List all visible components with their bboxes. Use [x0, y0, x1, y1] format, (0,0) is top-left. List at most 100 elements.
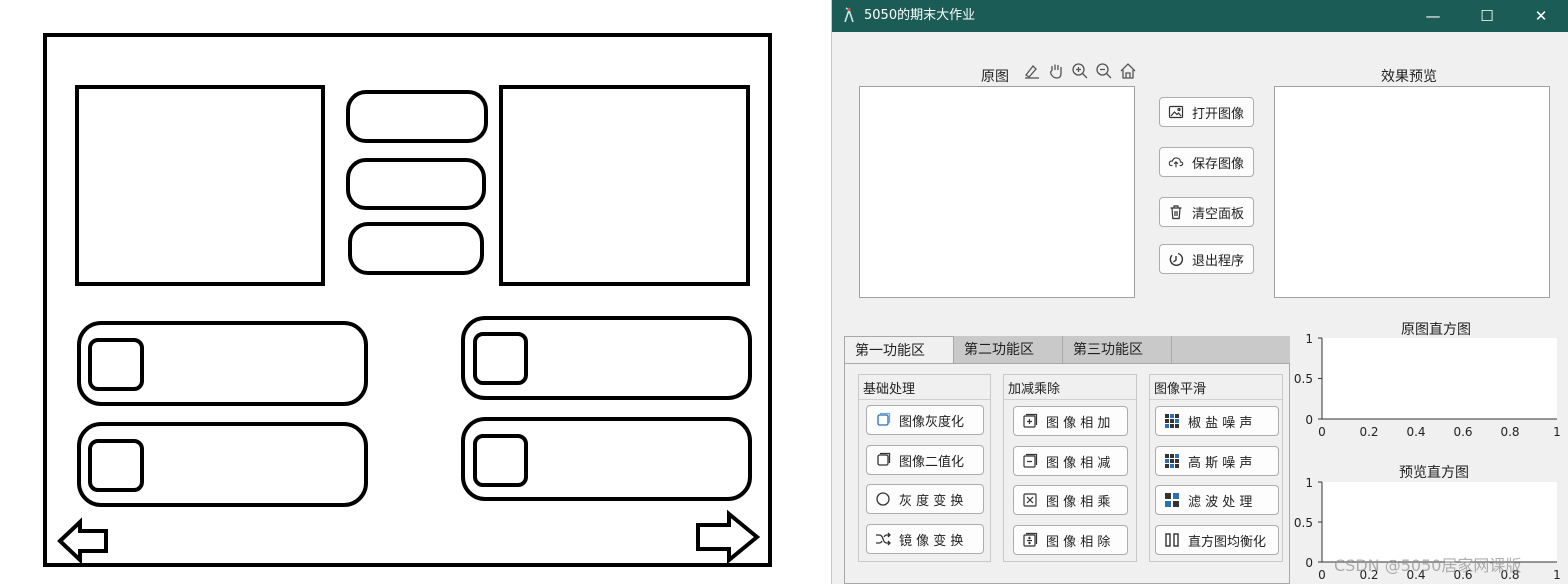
exit-program-button[interactable]: 退出程序	[1159, 244, 1254, 274]
y-tick: 0.5	[1294, 516, 1313, 530]
sketch-square-1	[88, 338, 144, 391]
tab-strip: 第一功能区 第二功能区 第三功能区	[844, 336, 1290, 364]
gray-transform-label: 灰 度 变 换	[899, 493, 964, 509]
preview-image-axes	[1274, 86, 1550, 298]
salt-pepper-noise-button[interactable]: 椒 盐 噪 声	[1155, 406, 1279, 436]
home-icon[interactable]	[1117, 60, 1139, 82]
image-add-button[interactable]: 图 像 相 加	[1013, 406, 1128, 436]
mirror-transform-button[interactable]: 镜 像 变 换	[866, 524, 984, 554]
tab-function-1[interactable]: 第一功能区	[844, 336, 954, 364]
sketch-button-2	[346, 158, 486, 210]
maximize-button[interactable]: ☐	[1464, 0, 1510, 32]
tiles-icon	[1164, 492, 1180, 508]
y-tick: 0	[1305, 413, 1313, 427]
exit-program-label: 退出程序	[1192, 253, 1245, 269]
histogram-equalization-label: 直方图均衡化	[1188, 534, 1267, 550]
group-arithmetic: 加减乘除 图 像 相 加 图 像 相 减 图 像 相 乘 图 像 相 除	[1003, 374, 1137, 562]
save-image-button[interactable]: 保存图像	[1159, 147, 1254, 177]
window-title: 5050的期末大作业	[864, 8, 976, 23]
circle-outline-icon	[875, 491, 891, 507]
grid-dots-icon	[1164, 413, 1180, 429]
minimize-button[interactable]: —	[1410, 0, 1456, 32]
open-image-button[interactable]: 打开图像	[1159, 97, 1254, 127]
x-tick: 0.2	[1359, 425, 1378, 439]
x-tick: 0	[1318, 425, 1326, 439]
tab-function-3[interactable]: 第三功能区	[1063, 336, 1172, 363]
sketch-left-arrow-icon	[57, 517, 108, 565]
y-tick: 0	[1305, 556, 1313, 570]
clear-panel-label: 清空面板	[1192, 206, 1245, 222]
trash-icon	[1168, 204, 1184, 220]
square-outline-icon	[875, 452, 891, 468]
x-tick: 0.4	[1406, 425, 1425, 439]
exit-icon	[1168, 251, 1184, 267]
sketch-square-3	[88, 439, 144, 492]
image-multiply-button[interactable]: 图 像 相 乘	[1013, 485, 1128, 515]
close-button[interactable]: ✕	[1518, 0, 1564, 32]
brush-icon[interactable]	[1021, 60, 1043, 82]
layout-sketch	[43, 33, 772, 567]
group-basic-processing: 基础处理 图像灰度化 图像二值化 灰 度 变 换 镜 像 变 换	[858, 374, 991, 562]
filter-process-button[interactable]: 滤 波 处 理	[1155, 485, 1279, 515]
clear-panel-button[interactable]: 清空面板	[1159, 197, 1254, 227]
square-outline-icon	[875, 412, 891, 428]
salt-pepper-noise-label: 椒 盐 噪 声	[1188, 415, 1253, 431]
sketch-outer-frame	[43, 33, 772, 567]
sketch-original-image-box	[75, 85, 325, 286]
sketch-square-4	[473, 434, 528, 487]
x-tick: 1	[1553, 568, 1561, 582]
mirror-transform-label: 镜 像 变 换	[899, 533, 964, 549]
cloud-upload-icon	[1168, 154, 1184, 170]
function-tabs: 第一功能区 第二功能区 第三功能区 基础处理 图像灰度化 图像二值化 灰 度 变…	[844, 336, 1290, 584]
x-tick: 0	[1318, 568, 1326, 582]
sketch-button-1	[346, 90, 488, 143]
image-subtract-label: 图 像 相 减	[1046, 455, 1111, 471]
sketch-right-arrow-icon	[696, 509, 761, 565]
pan-hand-icon[interactable]	[1045, 60, 1067, 82]
add-box-icon	[1022, 413, 1038, 429]
grayscale-label: 图像灰度化	[899, 414, 965, 430]
y-tick: 1	[1305, 476, 1313, 490]
app-logo-icon	[842, 7, 860, 25]
image-icon	[1168, 104, 1184, 120]
subtract-box-icon	[1022, 453, 1038, 469]
x-tick: 0.8	[1500, 425, 1519, 439]
original-image-title: 原图	[981, 69, 1009, 85]
gray-transform-button[interactable]: 灰 度 变 换	[866, 484, 984, 514]
binarize-label: 图像二值化	[899, 454, 965, 470]
group-arithmetic-title: 加减乘除	[1008, 382, 1061, 397]
save-image-label: 保存图像	[1192, 156, 1245, 172]
x-tick: 1	[1553, 425, 1561, 439]
image-add-label: 图 像 相 加	[1046, 415, 1111, 431]
y-tick: 1	[1305, 333, 1313, 346]
watermark: CSDN @5050居家网课版	[1334, 556, 1522, 575]
grayscale-button[interactable]: 图像灰度化	[866, 405, 984, 435]
sketch-panel-2	[461, 316, 752, 400]
image-subtract-button[interactable]: 图 像 相 减	[1013, 446, 1128, 476]
title-bar: 5050的期末大作业 — ☐ ✕	[832, 0, 1568, 32]
image-multiply-label: 图 像 相 乘	[1046, 494, 1111, 510]
gaussian-noise-button[interactable]: 高 斯 噪 声	[1155, 446, 1279, 476]
zoom-out-icon[interactable]	[1093, 60, 1115, 82]
zoom-in-icon[interactable]	[1069, 60, 1091, 82]
x-tick: 0.6	[1453, 425, 1472, 439]
filter-process-label: 滤 波 处 理	[1188, 494, 1253, 510]
axes-toolbar	[1021, 60, 1139, 82]
divide-box-icon	[1022, 532, 1038, 548]
sketch-panel-3	[77, 422, 368, 507]
group-image-smoothing: 图像平滑 椒 盐 噪 声 高 斯 噪 声 滤 波 处 理 直方图均衡化	[1149, 374, 1283, 562]
group-basic-processing-title: 基础处理	[863, 382, 916, 397]
columns-icon	[1164, 532, 1180, 548]
image-divide-button[interactable]: 图 像 相 除	[1013, 525, 1128, 555]
tab-function-2[interactable]: 第二功能区	[954, 336, 1063, 363]
gaussian-noise-label: 高 斯 噪 声	[1188, 455, 1253, 471]
original-image-axes	[859, 86, 1135, 298]
binarize-button[interactable]: 图像二值化	[866, 445, 984, 475]
histogram-equalization-button[interactable]: 直方图均衡化	[1155, 525, 1279, 555]
tab-panel-function-1: 基础处理 图像灰度化 图像二值化 灰 度 变 换 镜 像 变 换 加减乘除 图 …	[844, 363, 1290, 584]
app-window: 5050的期末大作业 — ☐ ✕ 原图 效果预览 打开图像 保存图像 清空面板 …	[831, 0, 1568, 584]
sketch-button-3	[348, 222, 484, 275]
preview-image-title: 效果预览	[1381, 69, 1437, 85]
sketch-preview-image-box	[499, 85, 750, 286]
grid-dots-icon	[1164, 453, 1180, 469]
